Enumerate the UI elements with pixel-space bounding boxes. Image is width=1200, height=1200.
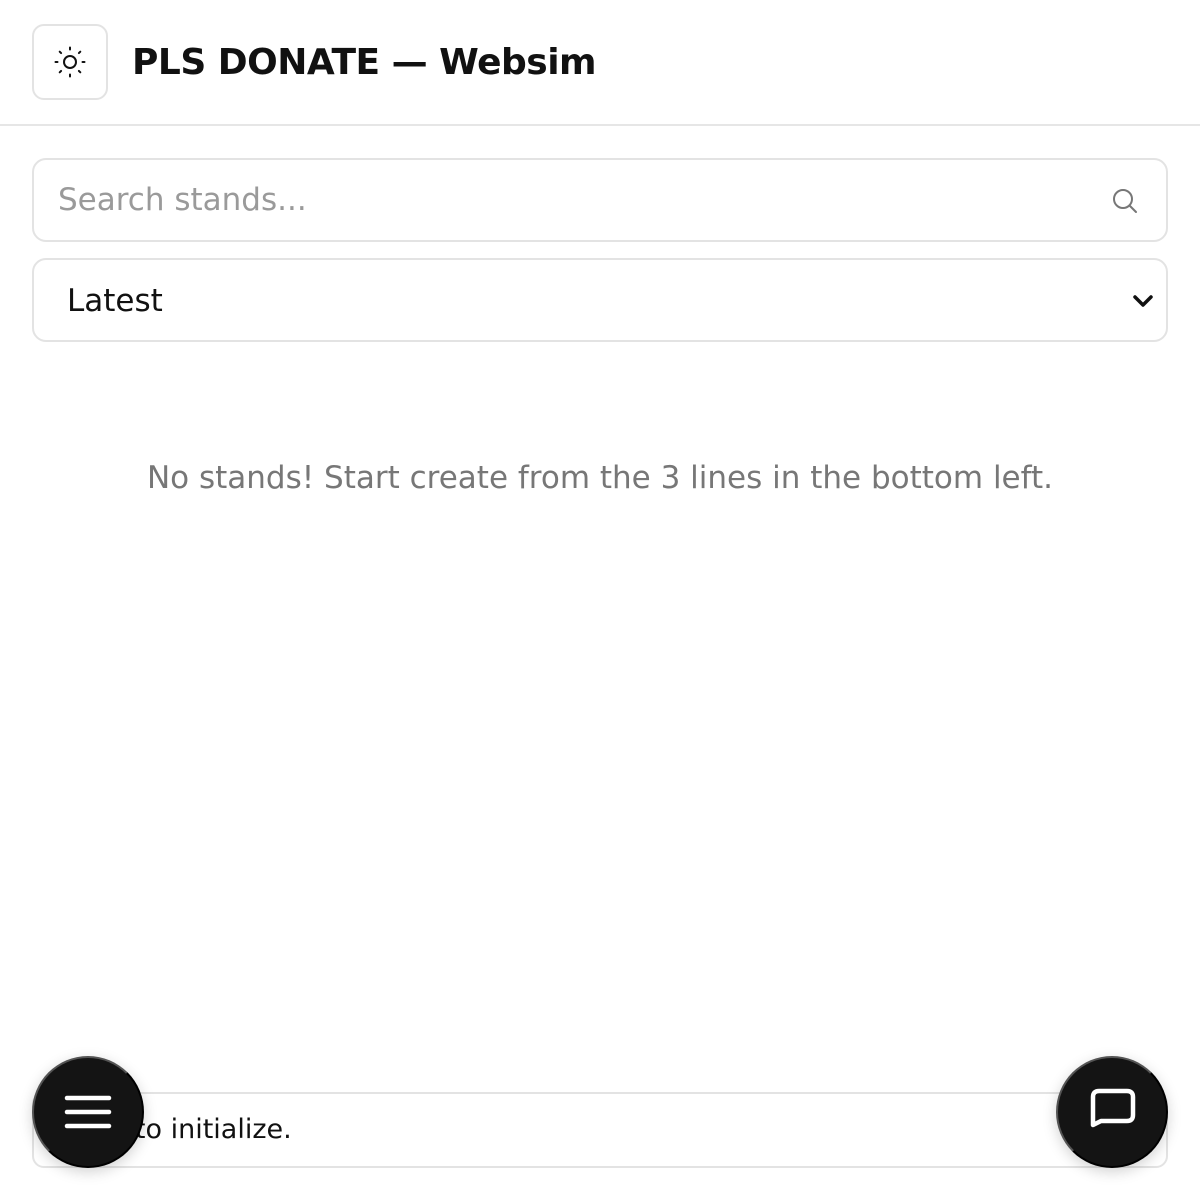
search-box[interactable] (32, 158, 1168, 242)
theme-toggle-button[interactable] (32, 24, 108, 100)
sort-select[interactable]: Latest (32, 258, 1168, 342)
search-input[interactable] (34, 160, 1094, 240)
empty-state-message: No stands! Start create from the 3 lines… (146, 460, 1054, 496)
search-icon[interactable] (1110, 186, 1140, 216)
chat-icon (1090, 1088, 1136, 1128)
page-title: PLS DONATE — Websim (132, 42, 597, 83)
sun-icon (54, 46, 86, 78)
chevron-down-icon (1133, 295, 1153, 307)
sort-selected-value: Latest (67, 283, 163, 319)
app-header: PLS DONATE — Websim (0, 0, 1200, 126)
status-bar[interactable]: Click to initialize. (32, 1092, 1168, 1168)
menu-icon (64, 1095, 112, 1129)
chat-fab-button[interactable] (1056, 1056, 1168, 1168)
menu-fab-button[interactable] (32, 1056, 144, 1168)
